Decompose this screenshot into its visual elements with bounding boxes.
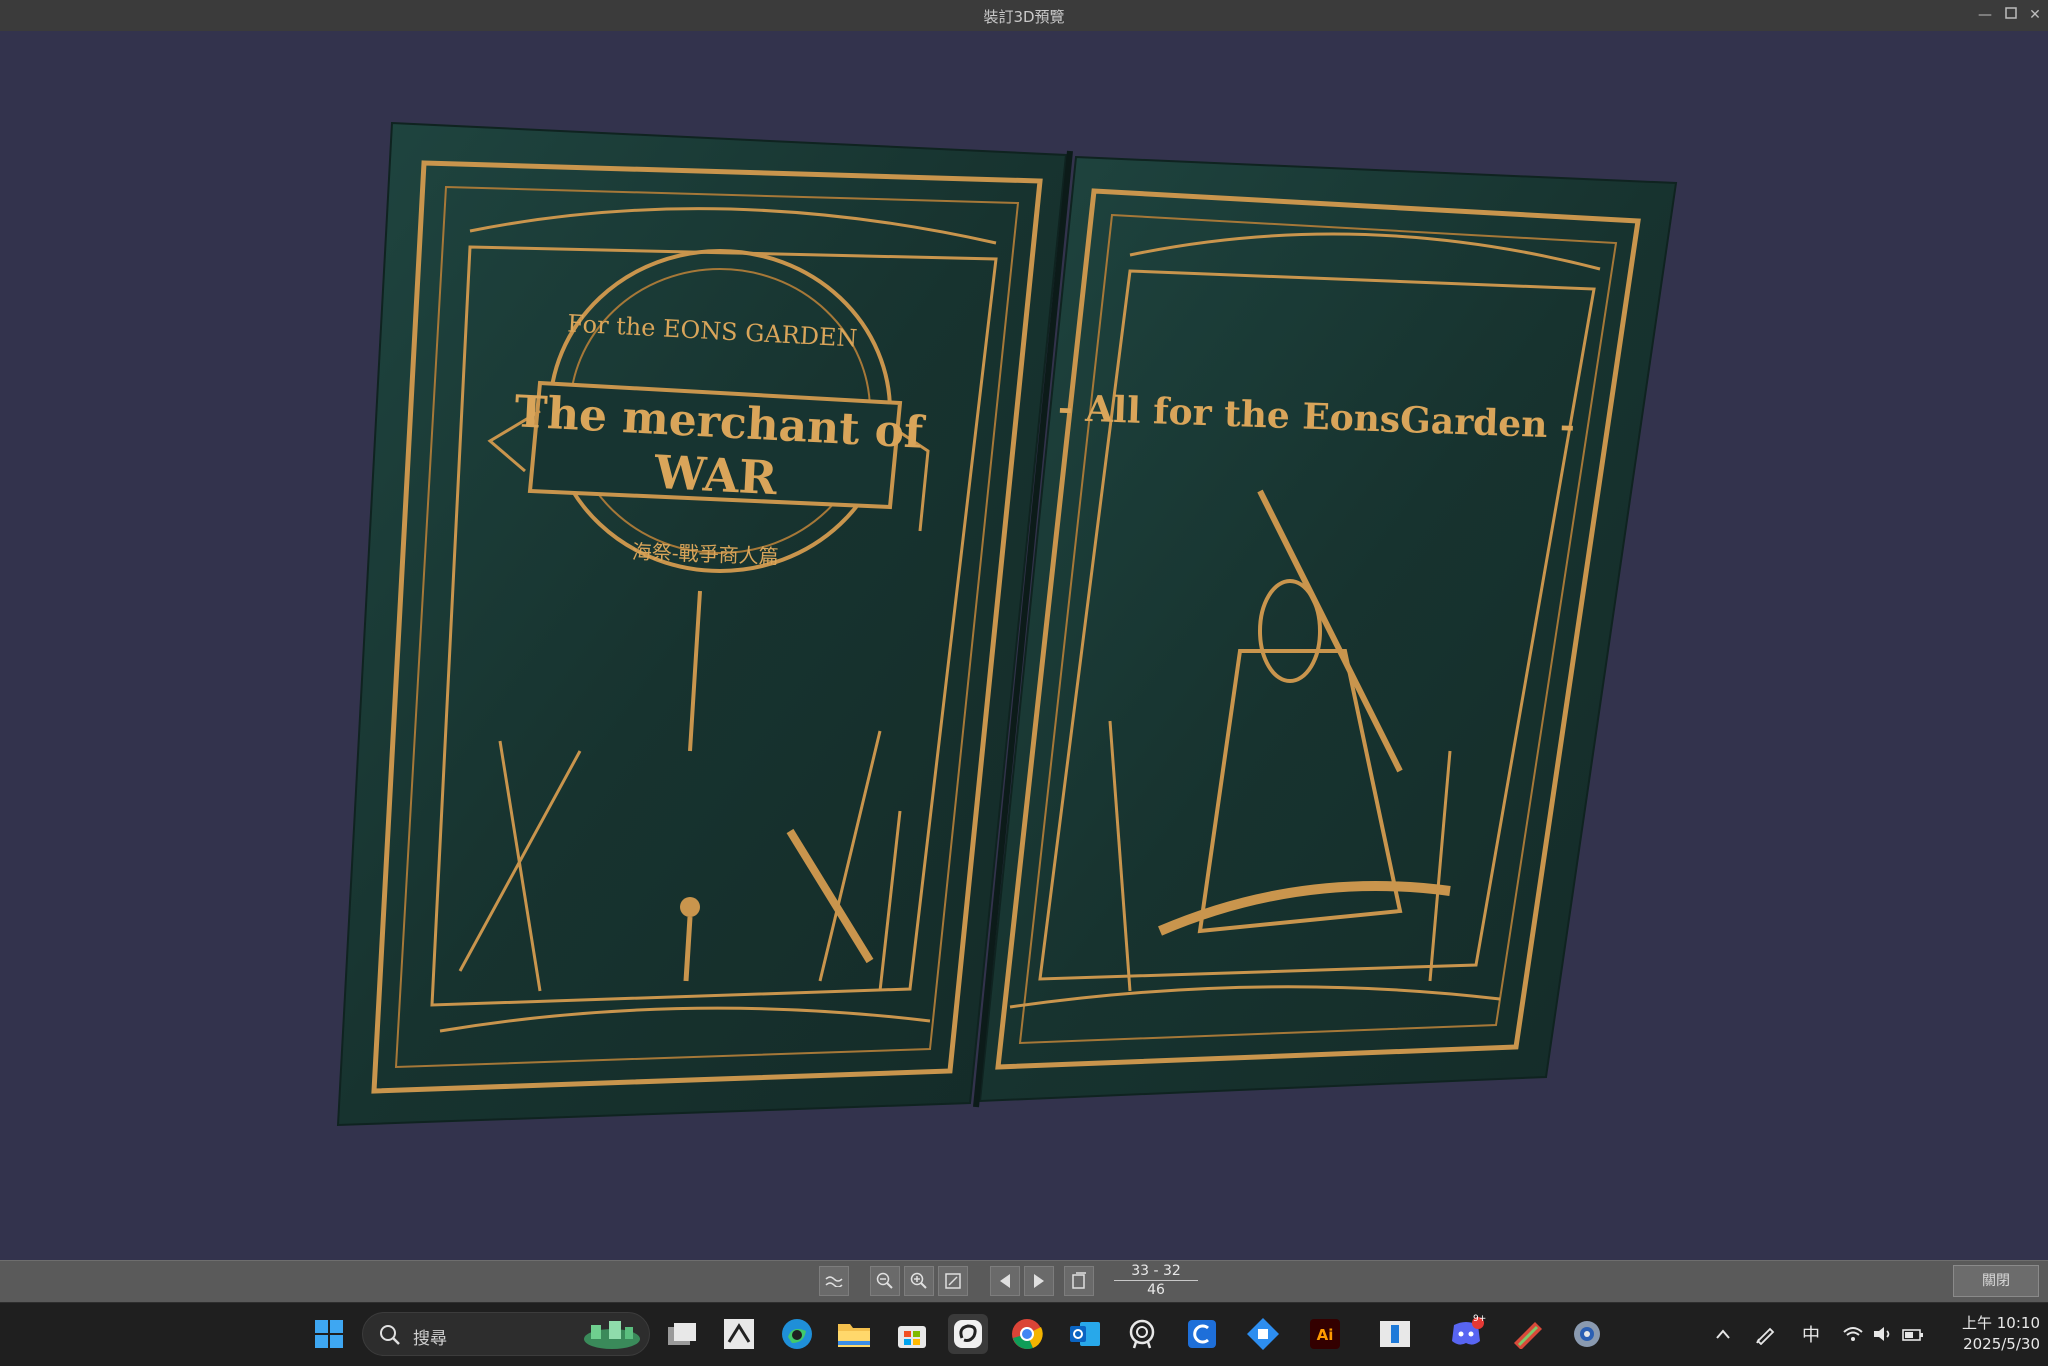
discord-badge: 9+ [1473,1314,1487,1324]
discord-icon[interactable]: 9+ [1447,1314,1487,1354]
close-button[interactable]: 關閉 [1953,1265,2039,1297]
search-icon [380,1325,400,1345]
zoom-in-icon[interactable] [904,1266,934,1296]
close-window-icon[interactable]: ✕ [2024,4,2046,26]
brush-app-icon[interactable] [1508,1314,1548,1354]
chrome-icon[interactable] [1007,1314,1047,1354]
maximize-icon[interactable] [2000,4,2022,26]
github-icon[interactable] [1122,1314,1162,1354]
left-page: For the EONS GARDEN The merchant of WAR … [336,121,1068,1127]
start-icon[interactable] [309,1314,349,1354]
page-spread-label: 33 - 32 [1131,1263,1181,1279]
task-view-icon[interactable] [662,1314,702,1354]
clip-studio-paint-icon[interactable] [1182,1314,1222,1354]
edge-icon[interactable] [777,1314,817,1354]
minimize-icon[interactable]: — [1974,4,1996,26]
puzzle-app-icon[interactable] [1243,1314,1283,1354]
cover-chinese-title: 海祭-戰爭商人篇 [631,539,779,568]
3d-preview-viewport[interactable]: For the EONS GARDEN The merchant of WAR … [0,31,2048,1260]
prev-page-icon[interactable] [990,1266,1020,1296]
preview-mode-icon[interactable] [819,1266,849,1296]
clock-time: 上午 10:10 [1962,1314,2040,1332]
taskbar-clock[interactable]: 上午 10:10 2025/5/30 [1940,1313,2040,1355]
ime-indicator[interactable]: 中 [1796,1314,1826,1354]
title-bar: 裝訂3D預覽 — ✕ [0,0,2048,31]
clock-date: 2025/5/30 [1963,1335,2040,1353]
volume-icon[interactable] [1870,1314,1896,1354]
right-page: - All for the EonsGarden - [978,155,1678,1103]
zoom-out-icon[interactable] [870,1266,900,1296]
open-book: For the EONS GARDEN The merchant of WAR … [336,121,1678,1127]
search-placeholder: 搜尋 [413,1329,447,1349]
svg-text:Ai: Ai [1317,1326,1334,1344]
window-app-icon[interactable] [1375,1314,1415,1354]
page-counter: 33 - 32 46 [1108,1263,1204,1299]
cover-title-line-2: WAR [652,445,779,505]
window-title: 裝訂3D預覽 [983,8,1065,26]
outlook-icon[interactable] [1065,1314,1105,1354]
pen-icon[interactable] [1752,1314,1778,1354]
clip-studio-icon[interactable] [948,1314,988,1354]
battery-icon[interactable] [1900,1314,1926,1354]
wifi-icon[interactable] [1840,1314,1866,1354]
preview-toolbar: 33 - 32 46 關閉 [0,1260,2048,1303]
illustrator-icon[interactable]: Ai [1305,1314,1345,1354]
settings-icon[interactable] [1567,1314,1607,1354]
file-explorer-icon[interactable] [834,1314,874,1354]
page-total-label: 46 [1147,1282,1165,1298]
next-page-icon[interactable] [1024,1266,1054,1296]
page-layout-icon[interactable] [1064,1266,1094,1296]
fit-view-icon[interactable] [938,1266,968,1296]
show-hidden-icons-chevron-up-icon[interactable] [1710,1314,1736,1354]
store-icon[interactable] [892,1314,932,1354]
taskbar-search-box[interactable]: 搜尋 [362,1312,650,1356]
taskbar: 搜尋 Ai 9+ 中 上午 10:10 2025/5/30 [0,1302,2048,1366]
zbrush-icon[interactable] [719,1314,759,1354]
search-highlight-icon [584,1321,640,1349]
